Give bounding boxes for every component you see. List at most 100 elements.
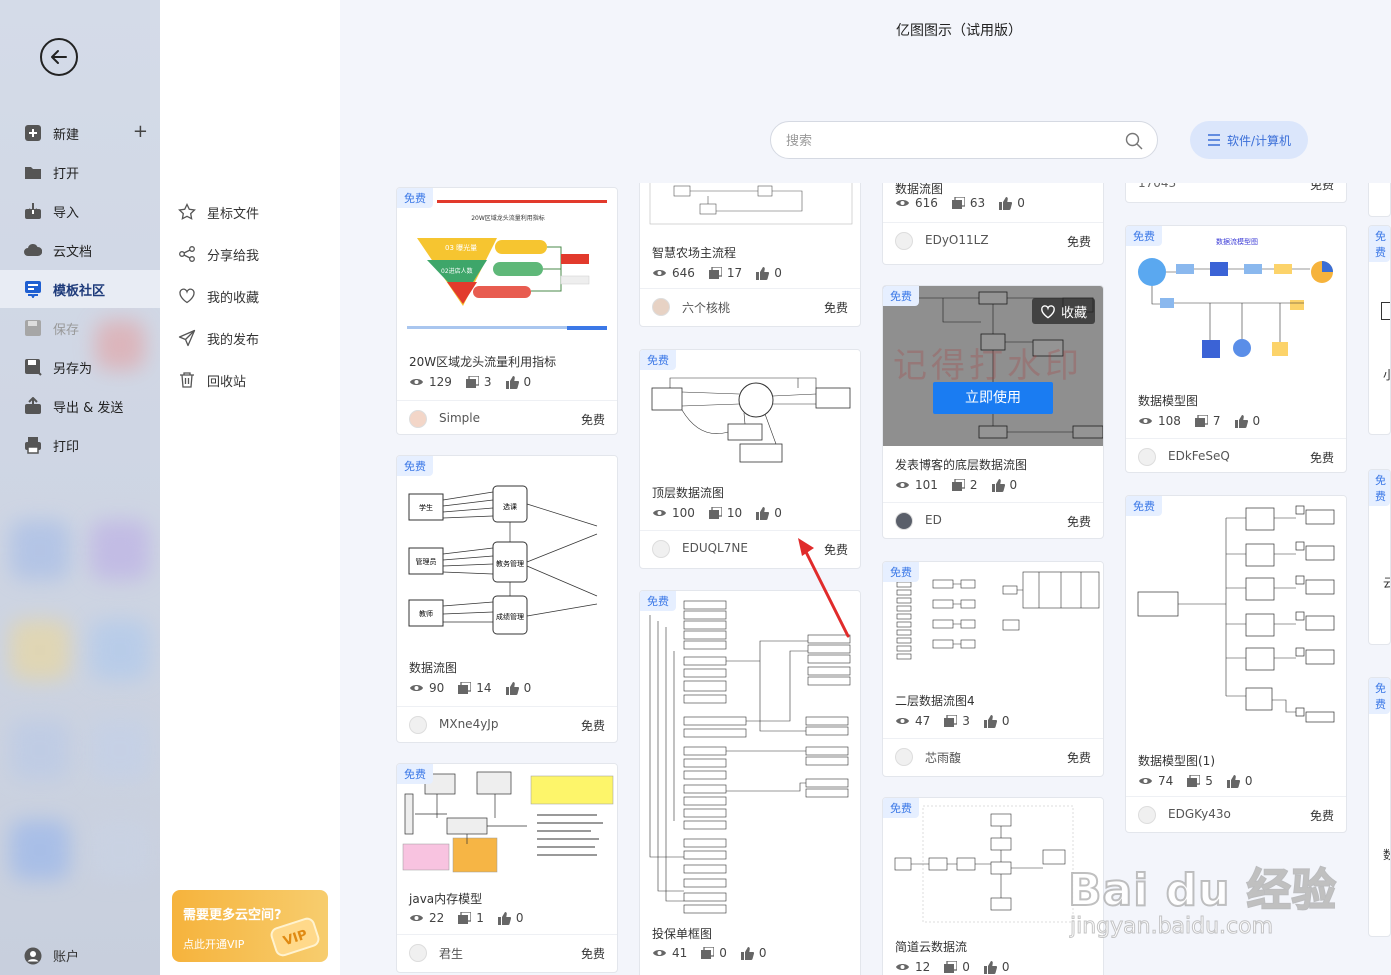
- author-name[interactable]: EDyO11LZ: [925, 233, 989, 247]
- template-card-partial[interactable]: 免费 云: [1368, 469, 1391, 645]
- template-title[interactable]: 简道云数据流: [895, 938, 967, 955]
- avatar[interactable]: [652, 298, 670, 316]
- eye-icon: [896, 964, 909, 970]
- template-card[interactable]: 免费 投保单框图 41 0 0: [639, 590, 861, 975]
- author-name[interactable]: EDkFeSeQ: [1168, 449, 1230, 463]
- category-button[interactable]: 软件/计算机: [1190, 121, 1308, 159]
- nav-save-as[interactable]: 另存为: [0, 348, 160, 386]
- template-title[interactable]: 投保单框图: [652, 925, 712, 942]
- account[interactable]: 账户: [24, 946, 79, 965]
- template-title[interactable]: 二层数据流图4: [895, 692, 975, 709]
- avatar[interactable]: [1138, 806, 1156, 824]
- eye-icon: [896, 718, 909, 724]
- template-thumbnail[interactable]: 免费 学生 管理员 教师 选课 教务管理 成绩管理: [397, 456, 617, 646]
- template-stats: 101 2 0: [895, 478, 1031, 492]
- account-label: 账户: [53, 950, 80, 965]
- avatar[interactable]: [652, 540, 670, 558]
- template-card-partial[interactable]: 免费 数: [1368, 677, 1391, 937]
- template-card[interactable]: 数据流图 616 63 0 EDyO11LZ 免费: [882, 183, 1104, 265]
- template-card[interactable]: 免费 二层数据流图4 47 3 0 芯雨馥 免费: [882, 561, 1104, 777]
- author-name[interactable]: EDGKy43o: [1168, 807, 1231, 821]
- avatar[interactable]: [895, 748, 913, 766]
- template-title[interactable]: 数据模型图(1): [1138, 752, 1215, 769]
- template-title[interactable]: java内存模型: [409, 890, 482, 907]
- template-card-partial[interactable]: [1368, 183, 1391, 217]
- sidebar-item-trash[interactable]: 回收站: [178, 368, 246, 392]
- nav-print[interactable]: 打印: [0, 426, 160, 464]
- template-card[interactable]: 免费 简道云数据流 12 0 0: [882, 797, 1104, 975]
- template-card[interactable]: 智慧农场主流程 646 17 0 六个核桃 免费: [639, 183, 861, 327]
- template-thumbnail[interactable]: 免费: [883, 798, 1103, 928]
- nav-new[interactable]: 新建 +: [0, 114, 160, 152]
- template-card[interactable]: 免费 记得打水印 收藏 立即使用 发表博客的底层数据流图 101 2 0 ED …: [882, 285, 1104, 539]
- vip-title: 需要更多云空间?: [183, 908, 282, 923]
- nav-export[interactable]: 导出 & 发送: [0, 387, 160, 425]
- author-name[interactable]: 君生: [439, 945, 463, 962]
- template-title[interactable]: 智慧农场主流程: [652, 244, 736, 261]
- template-thumbnail[interactable]: 免费 数据流模型图: [1126, 226, 1346, 376]
- template-title[interactable]: 数据流图: [409, 659, 457, 676]
- template-title[interactable]: 发表博客的底层数据流图: [895, 456, 1027, 473]
- nav-template-community[interactable]: 模板社区: [0, 270, 160, 308]
- avatar[interactable]: [895, 232, 913, 250]
- template-title[interactable]: 数据模型图: [1138, 392, 1198, 409]
- template-thumbnail[interactable]: 免费: [1126, 496, 1346, 738]
- node-label: 教务管理: [496, 559, 524, 568]
- template-card[interactable]: 17043 免费: [1125, 183, 1347, 203]
- price-label: 免费: [1066, 751, 1091, 765]
- template-stats: 129 3 0: [409, 375, 545, 389]
- sidebar-item-published[interactable]: 我的发布: [178, 326, 259, 350]
- back-button[interactable]: [40, 38, 78, 76]
- free-badge: 免费: [883, 562, 919, 582]
- template-card-partial[interactable]: 免费 小: [1368, 225, 1391, 435]
- avatar[interactable]: [409, 410, 427, 428]
- avatar[interactable]: [409, 716, 427, 734]
- send-icon: [178, 329, 196, 347]
- author-name[interactable]: ED: [925, 513, 942, 527]
- nav-open[interactable]: 打开: [0, 153, 160, 191]
- nav-import[interactable]: 导入: [0, 192, 160, 230]
- template-card[interactable]: 免费 java内存模型 22 1 0 君生 免费: [396, 763, 618, 973]
- author-name[interactable]: MXne4yJp: [439, 717, 498, 731]
- views-count: 12: [915, 960, 931, 974]
- use-now-button[interactable]: 立即使用: [933, 382, 1053, 414]
- plus-icon[interactable]: +: [133, 123, 148, 141]
- author-name[interactable]: 六个核桃: [682, 299, 730, 316]
- export-icon: [25, 397, 41, 414]
- template-title[interactable]: 数据流图: [895, 183, 943, 197]
- template-title[interactable]: 顶层数据流图: [652, 484, 724, 501]
- template-thumbnail[interactable]: 免费: [397, 764, 617, 876]
- user-icon: [24, 947, 42, 964]
- sidebar-item-starred[interactable]: 星标文件: [178, 200, 259, 224]
- copies-count: 3: [483, 375, 492, 389]
- template-thumbnail[interactable]: 免费: [640, 350, 860, 472]
- template-card[interactable]: 免费 数据流模型图 数据模型图 108 7 0 EDkFeSeQ 免费: [1125, 225, 1347, 473]
- template-card[interactable]: 免费 学生 管理员 教师 选课 教务管理 成绩管理 数据流图 90 14 0 M…: [396, 455, 618, 743]
- author-name[interactable]: EDUQL7NE: [682, 541, 748, 555]
- avatar[interactable]: [1138, 448, 1156, 466]
- template-thumbnail[interactable]: 免费 记得打水印 收藏 立即使用: [883, 286, 1103, 446]
- template-thumbnail[interactable]: 免费 20W区域龙头流量利用指标 03 曝光量 02进店人数: [397, 188, 617, 336]
- template-thumbnail[interactable]: [640, 183, 860, 230]
- sidebar-item-shared[interactable]: 分享给我: [178, 242, 259, 266]
- favorite-button[interactable]: 收藏: [1031, 298, 1095, 324]
- template-card[interactable]: 免费 20W区域龙头流量利用指标 03 曝光量 02进店人数 20W区域龙头流量…: [396, 187, 618, 435]
- node-label: 选课: [503, 502, 517, 511]
- search-box[interactable]: [770, 121, 1158, 159]
- avatar[interactable]: [895, 512, 913, 530]
- search-icon[interactable]: [1125, 132, 1143, 150]
- nav-save-as-label: 另存为: [53, 361, 93, 377]
- funnel-label: 03 曝光量: [445, 243, 477, 252]
- search-input[interactable]: [786, 131, 1106, 151]
- author-name[interactable]: Simple: [439, 411, 480, 425]
- author-name[interactable]: 芯雨馥: [925, 749, 961, 766]
- sidebar: 星标文件 分享给我 我的收藏 我的发布 回收站 需要更多云空间? 点此开通VIP…: [160, 0, 340, 975]
- vip-banner[interactable]: 需要更多云空间? 点此开通VIP VIP: [172, 890, 328, 962]
- avatar[interactable]: [409, 944, 427, 962]
- nav-cloud[interactable]: 云文档: [0, 231, 160, 269]
- template-thumbnail[interactable]: 免费: [883, 562, 1103, 686]
- sidebar-item-favorites[interactable]: 我的收藏: [178, 284, 259, 308]
- free-badge: 免费: [397, 456, 433, 476]
- template-card[interactable]: 免费 数据模型图(1) 74 5 0 EDGKy43o 免费: [1125, 495, 1347, 833]
- template-title[interactable]: 20W区域龙头流量利用指标: [409, 353, 556, 370]
